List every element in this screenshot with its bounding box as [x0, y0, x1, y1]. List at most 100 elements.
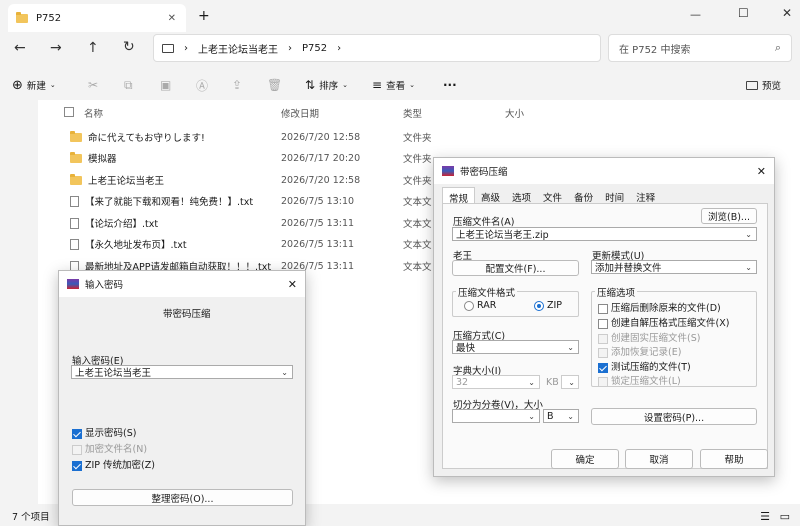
- chevron-down-icon[interactable]: ⌄: [281, 368, 288, 377]
- chevron-down-icon[interactable]: ⌄: [568, 378, 575, 387]
- chevron-down-icon: ⌄: [409, 81, 415, 89]
- rar-radio[interactable]: RAR: [464, 300, 496, 311]
- show-password-checkbox[interactable]: 显示密码(S): [72, 425, 136, 439]
- up-arrow-icon[interactable]: ↑: [87, 40, 99, 56]
- view-button[interactable]: ≡ 查看 ⌄: [372, 72, 415, 98]
- file-row[interactable]: 命に代えてもお守りします! 2026/7/20 12:58 文件夹: [70, 127, 520, 147]
- address-bar[interactable]: › 上老王论坛当老王 › P752 ›: [153, 34, 601, 62]
- update-mode-select[interactable]: 添加并替换文件 ⌄: [591, 260, 757, 274]
- delete-after-checkbox[interactable]: 压缩后删除原来的文件(D): [598, 300, 721, 314]
- minimize-button[interactable]: —: [690, 8, 701, 21]
- solid-checkbox[interactable]: 创建固实压缩文件(S): [598, 330, 700, 344]
- column-size[interactable]: 大小: [505, 106, 524, 120]
- tiles-view-icon[interactable]: ▭: [780, 510, 790, 523]
- profiles-button[interactable]: 配置文件(F)...: [452, 260, 579, 276]
- chevron-down-icon[interactable]: ⌄: [528, 378, 535, 387]
- dictionary-value: 32: [456, 376, 469, 388]
- password-input[interactable]: 上老王论坛当老王 ⌄: [71, 365, 293, 379]
- rename-icon[interactable]: Ⓐ: [196, 72, 208, 98]
- breadcrumb-item[interactable]: P752: [302, 43, 327, 54]
- archive-name-input[interactable]: 上老王论坛当老王.zip ⌄: [452, 227, 757, 241]
- details-view-icon[interactable]: ☰: [760, 510, 770, 523]
- chevron-down-icon[interactable]: ⌄: [567, 343, 574, 352]
- copy-icon[interactable]: ⧉: [124, 72, 133, 98]
- monitor-icon: [162, 43, 174, 53]
- preview-button[interactable]: 预览: [746, 72, 781, 98]
- file-name: 上老王论坛当老王: [88, 176, 165, 187]
- file-name: 【来了就能下载和观看！纯免费！】.txt: [85, 197, 254, 208]
- rar-label: RAR: [477, 300, 497, 311]
- column-type[interactable]: 类型: [403, 106, 422, 120]
- browse-button[interactable]: 浏览(B)...: [701, 208, 757, 224]
- zip-label: ZIP: [547, 300, 563, 311]
- close-tab-icon[interactable]: ✕: [168, 13, 176, 24]
- text-file-icon: [70, 238, 79, 250]
- paste-icon[interactable]: ▣: [160, 72, 171, 98]
- share-icon[interactable]: ⇪: [232, 72, 242, 98]
- close-icon[interactable]: ✕: [288, 278, 297, 291]
- dictionary-select[interactable]: 32 ⌄: [452, 375, 540, 389]
- split-unit-select[interactable]: B ⌄: [543, 409, 579, 423]
- encrypt-names-checkbox[interactable]: 加密文件名(N): [72, 441, 147, 455]
- sort-button[interactable]: ⇅ 排序 ⌄: [305, 72, 348, 98]
- view-icon: ≡: [372, 78, 383, 92]
- password-dialog-titlebar: 输入密码 ✕: [59, 271, 305, 297]
- zip-radio[interactable]: ZIP: [534, 300, 562, 311]
- help-button[interactable]: 帮助: [700, 449, 768, 469]
- file-date: 2026/7/17 20:20: [281, 152, 361, 164]
- zip-legacy-checkbox[interactable]: ZIP 传统加密(Z): [72, 457, 155, 471]
- file-date: 2026/7/20 12:58: [281, 131, 361, 143]
- sfx-checkbox[interactable]: 创建自解压格式压缩文件(X): [598, 315, 729, 329]
- more-button[interactable]: ···: [443, 72, 457, 98]
- format-group-label: 压缩文件格式: [456, 285, 518, 299]
- folder-icon: [16, 11, 28, 23]
- chevron-down-icon: ⌄: [342, 81, 348, 89]
- delete-after-label: 压缩后删除原来的文件(D): [611, 303, 721, 314]
- close-icon[interactable]: ✕: [757, 165, 766, 178]
- lock-label: 锁定压缩文件(L): [611, 376, 681, 387]
- forward-arrow-icon[interactable]: →: [50, 40, 62, 56]
- file-name: 【永久地址发布页】.txt: [85, 240, 187, 251]
- refresh-icon[interactable]: ↻: [123, 39, 135, 55]
- cut-icon[interactable]: ✂: [88, 72, 98, 98]
- organize-passwords-button[interactable]: 整理密码(O)...: [72, 489, 293, 506]
- file-date: 2026/7/20 12:58: [281, 174, 361, 186]
- method-value: 最快: [456, 343, 476, 354]
- cancel-button[interactable]: 取消: [625, 449, 693, 469]
- method-select[interactable]: 最快 ⌄: [452, 340, 579, 354]
- back-arrow-icon[interactable]: ←: [14, 40, 26, 56]
- split-size-input[interactable]: ⌄: [452, 409, 540, 423]
- new-tab-button[interactable]: +: [198, 8, 210, 24]
- file-type: 文本文: [403, 262, 432, 273]
- recovery-checkbox[interactable]: 添加恢复记录(E): [598, 344, 681, 358]
- dictionary-unit-select[interactable]: ⌄: [561, 375, 579, 389]
- lock-checkbox[interactable]: 锁定压缩文件(L): [598, 373, 681, 387]
- dictionary-unit: KB: [546, 377, 559, 388]
- column-date[interactable]: 修改日期: [281, 106, 319, 120]
- folder-icon: [70, 173, 82, 185]
- winrar-icon: [442, 166, 454, 176]
- password-value: 上老王论坛当老王: [75, 368, 152, 379]
- column-name[interactable]: 名称: [84, 106, 103, 120]
- chevron-down-icon[interactable]: ⌄: [528, 412, 535, 421]
- archive-dialog: 带密码压缩 ✕ 常规 高级 选项 文件 备份 时间 注释 压缩文件名(A) 浏览…: [433, 157, 775, 477]
- test-checkbox[interactable]: 测试压缩的文件(T): [598, 359, 691, 373]
- ok-button[interactable]: 确定: [551, 449, 619, 469]
- chevron-down-icon[interactable]: ⌄: [567, 412, 574, 421]
- tab-p752[interactable]: P752 ✕: [8, 4, 186, 32]
- search-input[interactable]: 在 P752 中搜索 ⌕: [608, 34, 792, 62]
- navigation-pane[interactable]: [0, 104, 36, 526]
- new-button[interactable]: ⊕ 新建 ⌄: [12, 72, 56, 98]
- chevron-right-icon: ›: [288, 42, 292, 54]
- file-name: 命に代えてもお守りします!: [88, 133, 205, 144]
- set-password-button[interactable]: 设置密码(P)...: [591, 408, 757, 425]
- chevron-down-icon[interactable]: ⌄: [745, 263, 752, 272]
- file-type: 文件夹: [403, 176, 432, 187]
- select-all-checkbox[interactable]: [64, 106, 77, 117]
- delete-icon[interactable]: 🗑: [267, 72, 282, 98]
- chevron-down-icon[interactable]: ⌄: [745, 230, 752, 239]
- breadcrumb-item[interactable]: 上老王论坛当老王: [198, 41, 278, 56]
- maximize-button[interactable]: ☐: [738, 6, 749, 20]
- tab-title: P752: [36, 12, 62, 24]
- close-window-button[interactable]: ✕: [782, 6, 792, 20]
